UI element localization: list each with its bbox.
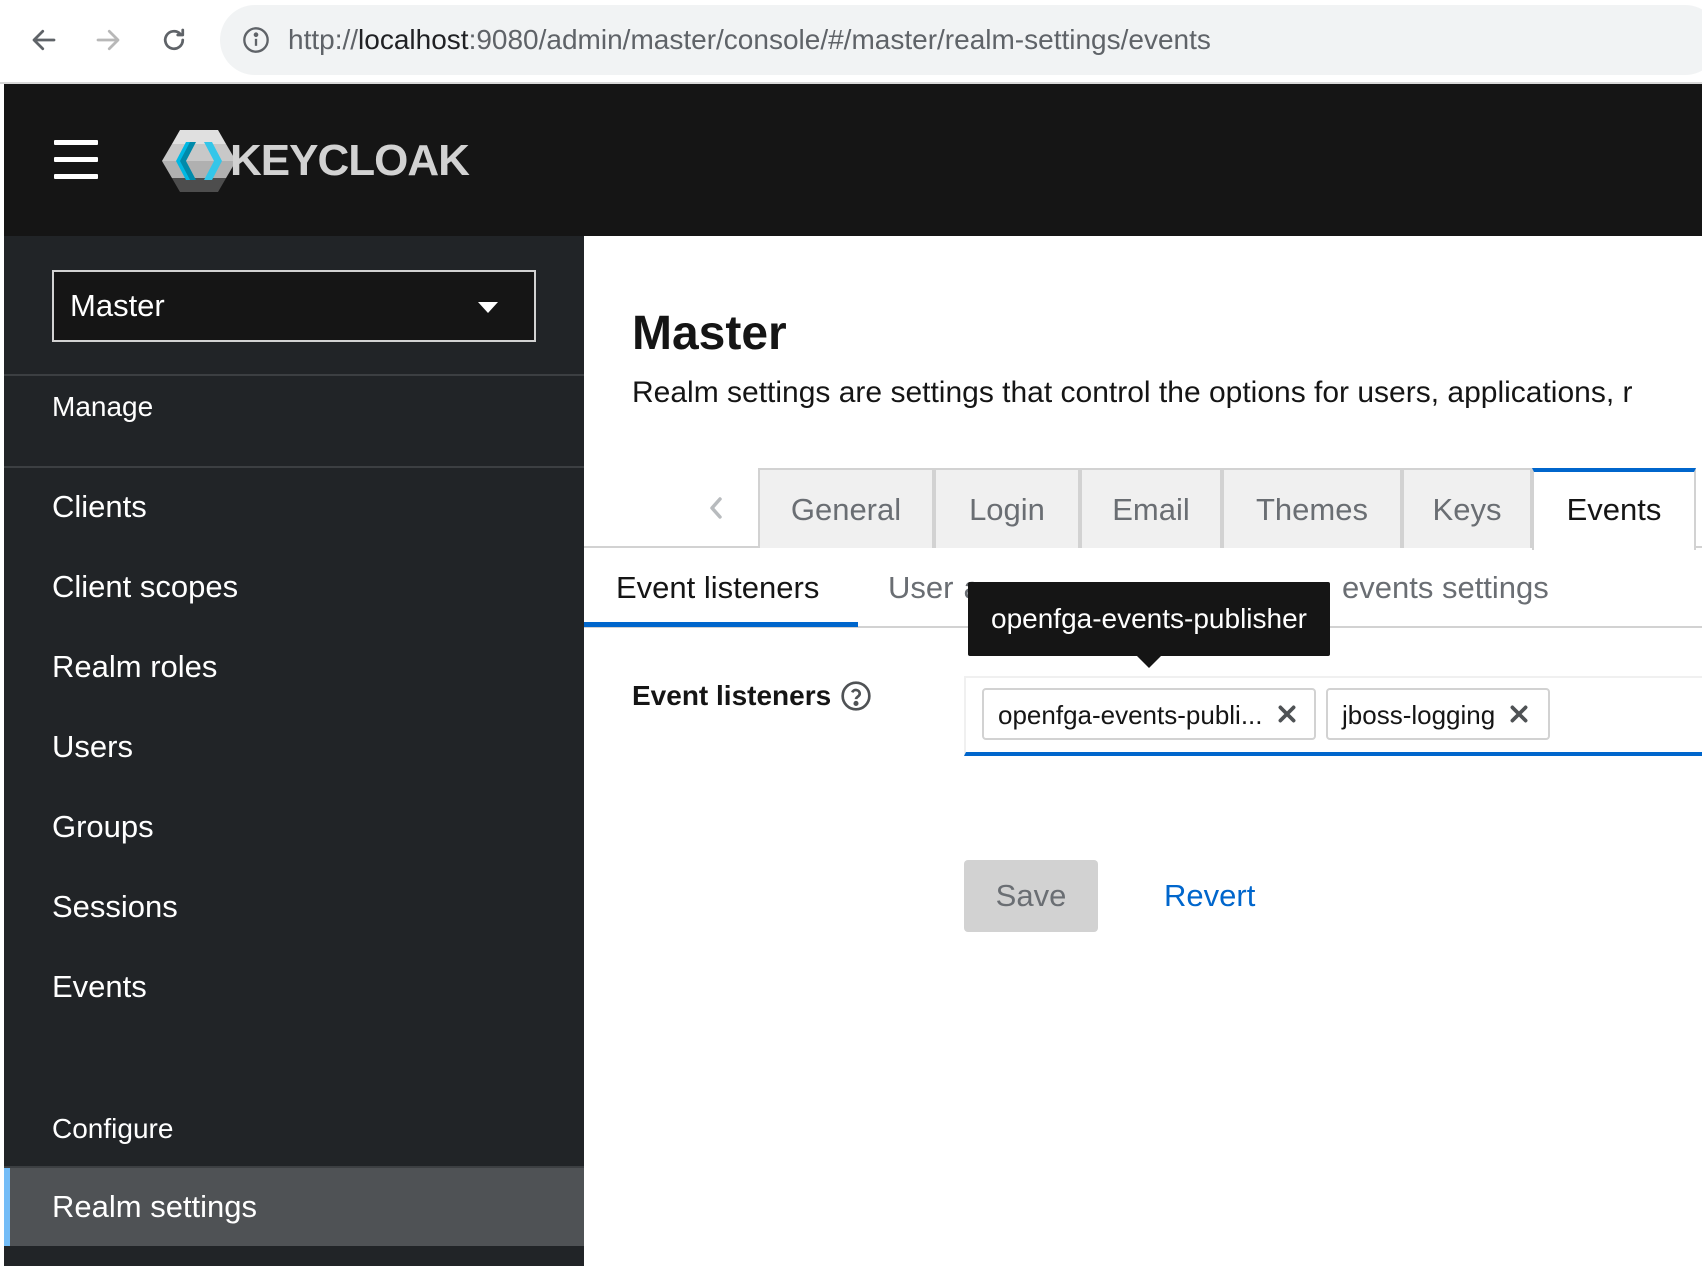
info-icon[interactable] bbox=[242, 26, 270, 54]
reload-button[interactable] bbox=[152, 18, 196, 62]
url-text: http://localhost:9080/admin/master/conso… bbox=[288, 24, 1211, 55]
keycloak-logo-icon bbox=[162, 130, 236, 192]
chip-tooltip: openfga-events-publisher bbox=[968, 582, 1330, 668]
page-title: Master bbox=[632, 307, 787, 360]
hamburger-icon[interactable] bbox=[54, 140, 98, 180]
back-button[interactable] bbox=[22, 18, 66, 62]
sidebar-item-events[interactable]: Events bbox=[4, 948, 584, 1026]
sidebar-divider bbox=[4, 374, 584, 376]
event-listeners-label: Event listeners bbox=[632, 680, 832, 711]
chevron-left-icon bbox=[710, 497, 722, 519]
reload-icon bbox=[163, 28, 185, 51]
address-bar[interactable]: http://localhost:9080/admin/master/conso… bbox=[220, 5, 1702, 75]
subtab-active-indicator bbox=[584, 622, 858, 627]
chip-label: openfga-events-publi... bbox=[998, 700, 1263, 730]
subtab-event-listeners[interactable]: Event listeners bbox=[616, 548, 819, 628]
close-icon[interactable] bbox=[1508, 703, 1530, 725]
event-listeners-select[interactable]: openfga-events-publi... jboss-logging bbox=[964, 676, 1702, 756]
subtab-admin-events-settings[interactable]: events settings bbox=[1342, 548, 1549, 628]
subtab-user-events-settings[interactable]: Usera bbox=[888, 548, 981, 628]
realm-settings-tabs: General Login Email Themes Keys Events bbox=[584, 468, 1702, 550]
tab-keys[interactable]: Keys bbox=[1402, 468, 1532, 548]
sidebar-section-configure: Configure bbox=[52, 1113, 174, 1144]
tab-email[interactable]: Email bbox=[1080, 468, 1222, 548]
revert-button[interactable]: Revert bbox=[1164, 860, 1255, 932]
browser-toolbar: http://localhost:9080/admin/master/conso… bbox=[0, 0, 1702, 84]
sidebar-item-realm-roles[interactable]: Realm roles bbox=[4, 628, 584, 706]
save-button[interactable]: Save bbox=[964, 860, 1098, 932]
chip-label: jboss-logging bbox=[1342, 700, 1496, 730]
app-window: http://localhost:9080/admin/master/conso… bbox=[0, 0, 1702, 1266]
sidebar-item-groups[interactable]: Groups bbox=[4, 788, 584, 866]
close-icon[interactable] bbox=[1276, 703, 1298, 725]
subtab-user-fragment: User bbox=[888, 570, 954, 605]
sidebar-section-manage: Manage bbox=[52, 391, 154, 422]
sidebar-item-sessions[interactable]: Sessions bbox=[4, 868, 584, 946]
chip-openfga-events-publisher: openfga-events-publi... bbox=[982, 688, 1316, 740]
tooltip-text: openfga-events-publisher bbox=[991, 603, 1307, 634]
tab-themes[interactable]: Themes bbox=[1222, 468, 1402, 548]
tabs-scroll-left-button[interactable] bbox=[694, 486, 738, 530]
tab-login[interactable]: Login bbox=[934, 468, 1080, 548]
sidebar-item-realm-settings[interactable]: Realm settings bbox=[4, 1168, 584, 1246]
sidebar-item-client-scopes[interactable]: Client scopes bbox=[4, 548, 584, 626]
tab-general[interactable]: General bbox=[758, 468, 934, 548]
sidebar: Master Manage Clients Client scopes Real… bbox=[4, 236, 584, 1266]
sidebar-item-users[interactable]: Users bbox=[4, 708, 584, 786]
masthead: KEYCLOAK bbox=[4, 84, 1702, 236]
realm-selector[interactable]: Master bbox=[52, 270, 536, 342]
sidebar-item-clients[interactable]: Clients bbox=[4, 468, 584, 546]
tab-events[interactable]: Events bbox=[1532, 468, 1696, 550]
forward-button[interactable] bbox=[86, 18, 130, 62]
help-icon[interactable] bbox=[840, 680, 872, 712]
chip-jboss-logging: jboss-logging bbox=[1326, 688, 1550, 740]
caret-down-icon bbox=[478, 302, 498, 313]
brand-logo[interactable]: KEYCLOAK bbox=[160, 126, 470, 196]
logo-wordmark: KEYCLOAK bbox=[230, 136, 470, 185]
main-content: Master Realm settings are settings that … bbox=[584, 236, 1702, 1266]
realm-selector-label: Master bbox=[70, 288, 165, 323]
tooltip-arrow bbox=[1136, 655, 1162, 668]
arrow-right-icon bbox=[96, 29, 120, 51]
arrow-left-icon bbox=[32, 29, 56, 51]
page-description: Realm settings are settings that control… bbox=[632, 376, 1633, 409]
